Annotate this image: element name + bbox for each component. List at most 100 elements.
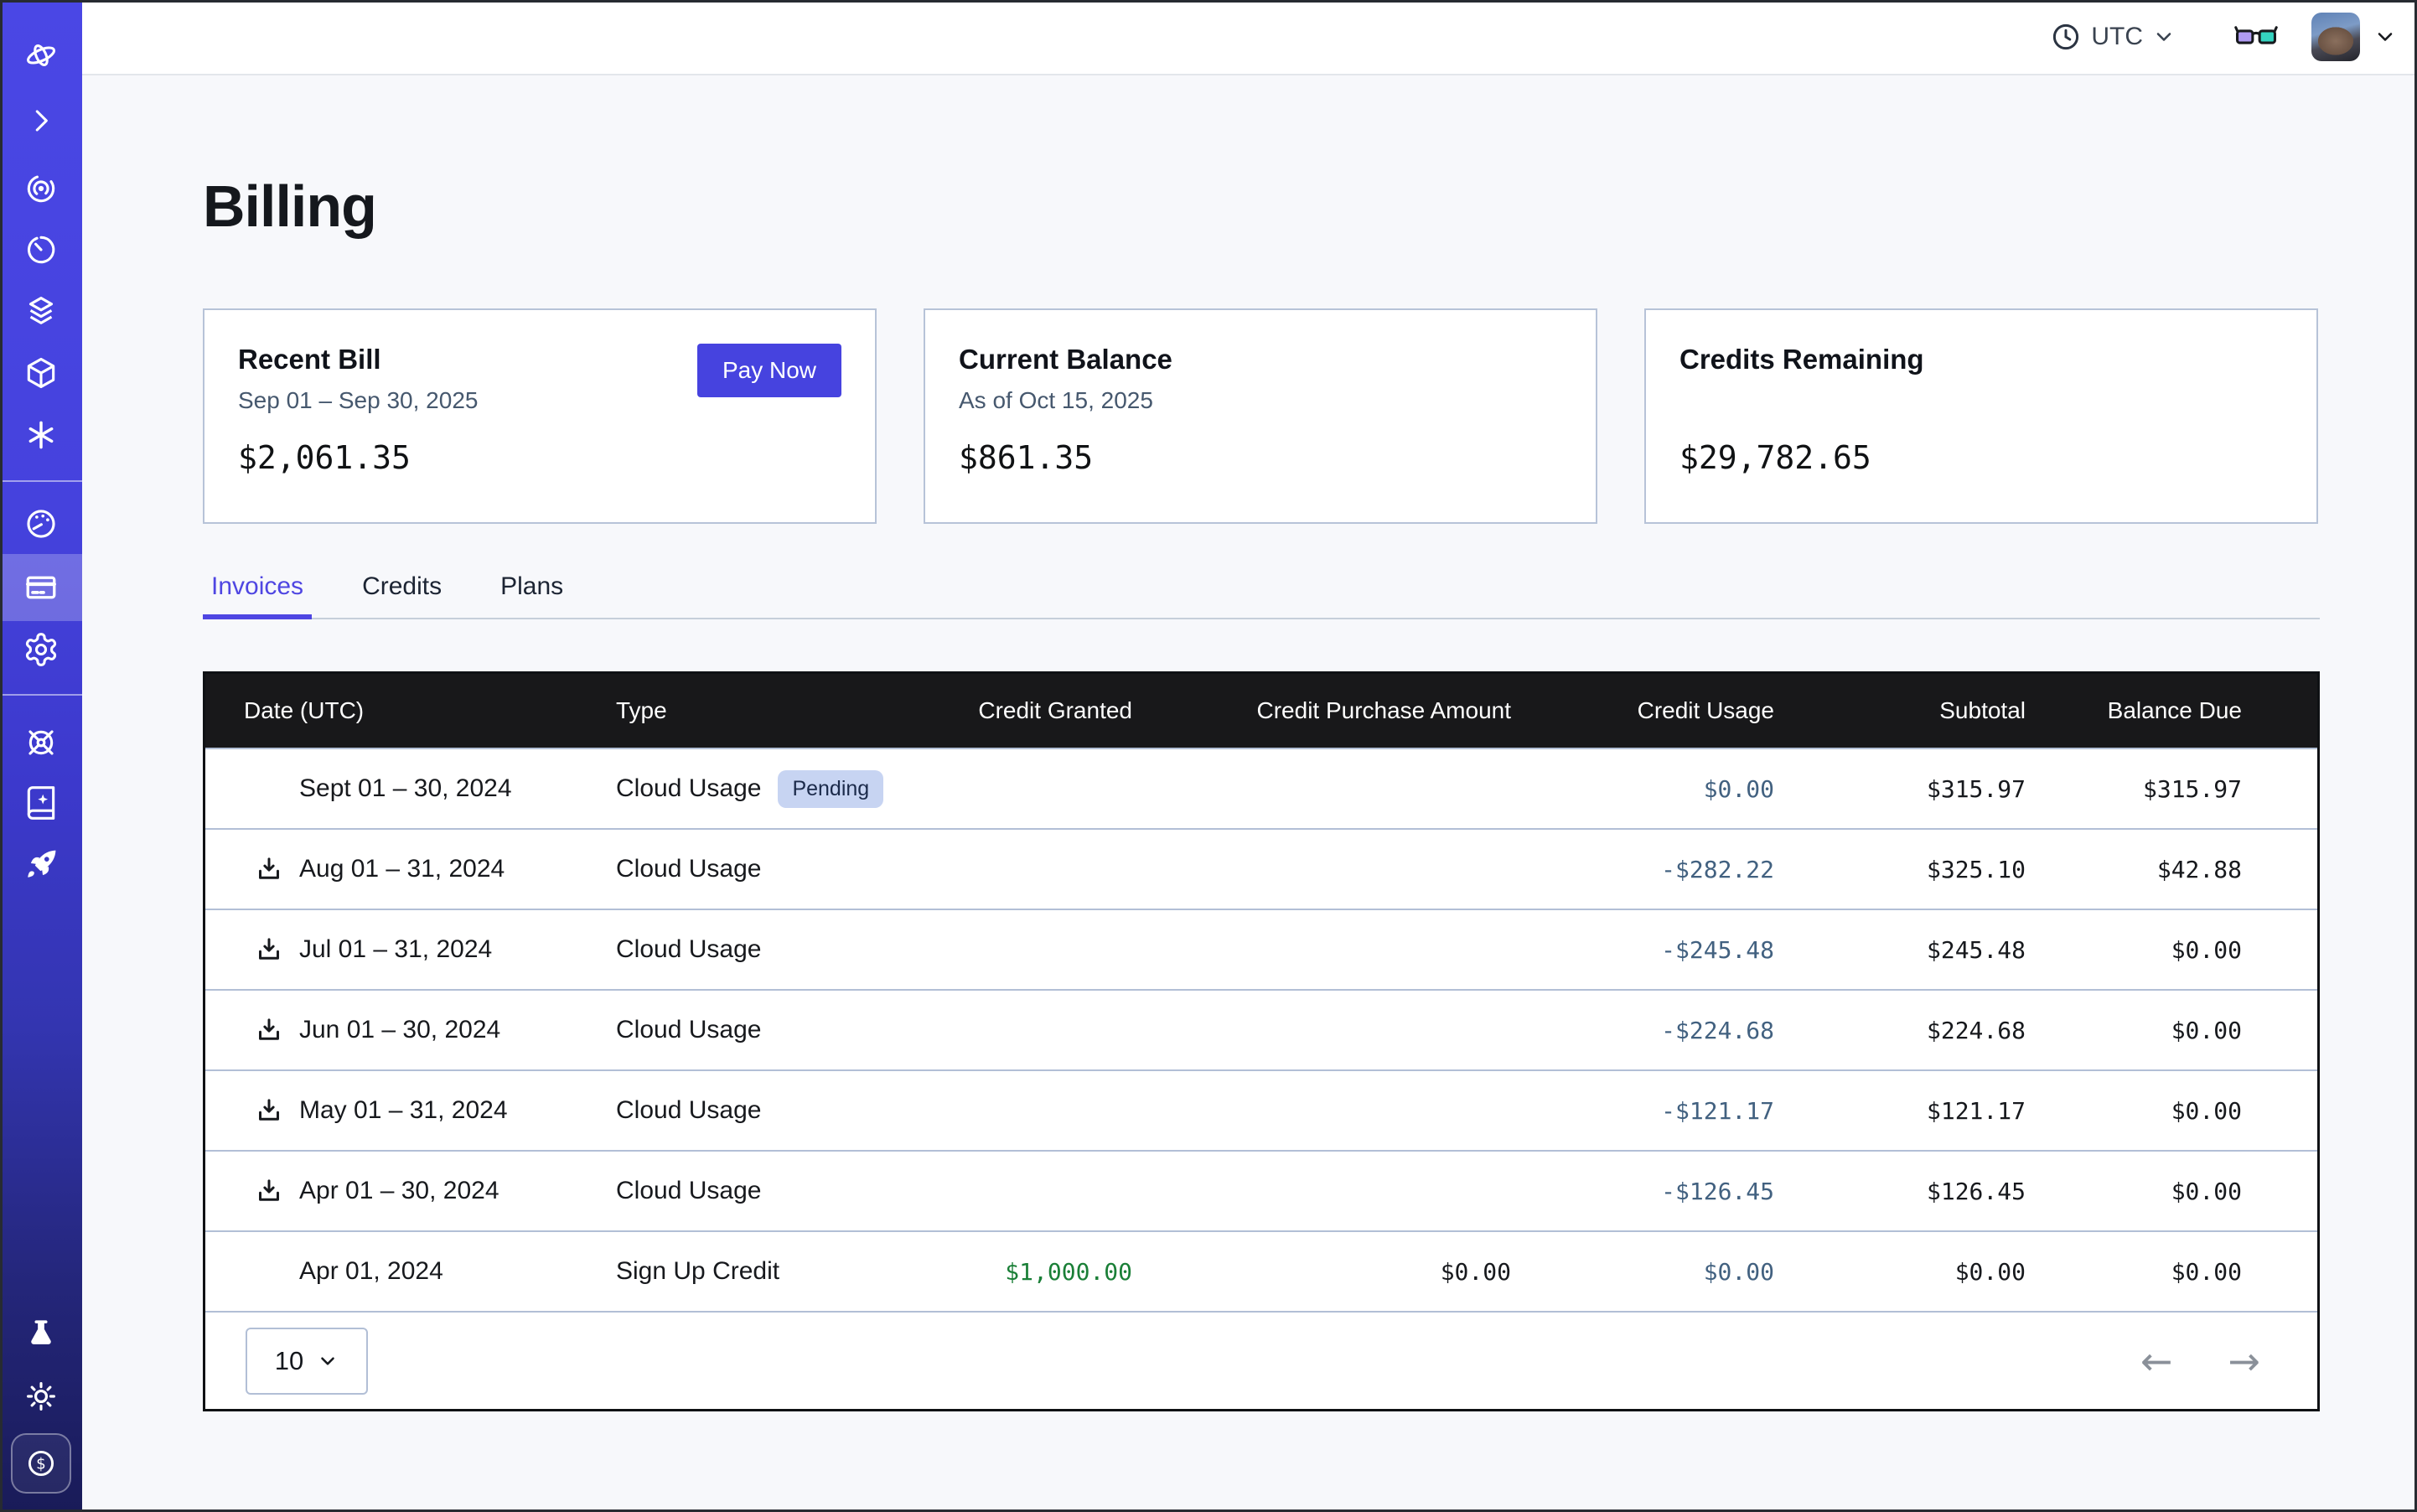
invoice-row: Apr 01, 2024 Sign Up Credit $1,000.00 $0… [205, 1230, 2317, 1311]
invoice-date: Apr 01 – 30, 2024 [299, 1177, 499, 1205]
balance-due-value: $42.88 [2026, 856, 2242, 883]
credit-granted-value: $1,000.00 [901, 1258, 1132, 1286]
invoice-table-header-row: Date (UTC)TypeCredit GrantedCredit Purch… [205, 674, 2317, 748]
subtotal-value: $0.00 [1774, 1258, 2026, 1286]
tab-credits[interactable]: Credits [354, 572, 450, 618]
invoice-type-cell: Cloud Usage [616, 935, 901, 964]
invoice-row: May 01 – 31, 2024 Cloud Usage -$121.17 $… [205, 1069, 2317, 1150]
invoice-type: Cloud Usage [616, 855, 761, 883]
invoice-type: Cloud Usage [616, 1016, 761, 1044]
invoice-type-cell: Cloud Usage [616, 1016, 901, 1044]
invoice-row: Sept 01 – 30, 2024 Cloud Usage Pending $… [205, 748, 2317, 828]
dollar-badge-icon[interactable]: $ [11, 1433, 71, 1494]
balance-due-value: $315.97 [2026, 775, 2242, 803]
balance-due-value: $0.00 [2026, 1258, 2242, 1286]
invoice-type: Cloud Usage [616, 935, 761, 964]
download-invoice-icon[interactable] [255, 1096, 283, 1125]
page-title: Billing [203, 174, 2320, 239]
invoice-date: Jul 01 – 31, 2024 [299, 935, 492, 964]
credit-usage-value: -$126.45 [1511, 1178, 1774, 1205]
credit-usage-value: -$224.68 [1511, 1017, 1774, 1044]
next-page-arrow-icon[interactable]: → [2228, 1342, 2260, 1380]
topbar: UTC [82, 0, 2417, 75]
credits-remaining-amount: $29,782.65 [1679, 439, 2283, 476]
chevron-down-icon [2373, 25, 2397, 49]
sidebar: $ [0, 0, 82, 1512]
rocket-icon[interactable] [0, 831, 82, 898]
invoice-date-cell: May 01 – 31, 2024 [244, 1096, 616, 1125]
radar-icon[interactable] [0, 155, 82, 222]
download-invoice-icon[interactable] [255, 935, 283, 964]
pay-now-button[interactable]: Pay Now [697, 344, 841, 397]
user-avatar [2311, 13, 2360, 61]
ship-helm-icon[interactable] [0, 709, 82, 776]
column-header-subtotal: Subtotal [1774, 697, 2026, 724]
cube-icon[interactable] [0, 339, 82, 406]
invoice-date: Sept 01 – 30, 2024 [299, 774, 512, 803]
sidebar-divider [0, 694, 82, 696]
collapse-chevron-icon[interactable] [0, 87, 82, 154]
invoice-row: Jul 01 – 31, 2024 Cloud Usage -$245.48 $… [205, 909, 2317, 989]
billing-card-icon[interactable] [0, 554, 82, 621]
status-badge: Pending [778, 770, 883, 808]
page-size-select[interactable]: 10 [246, 1328, 368, 1395]
billing-page: Billing Recent Bill Sep 01 – Sep 30, 202… [82, 75, 2417, 1512]
credit-usage-value: -$245.48 [1511, 936, 1774, 964]
subtotal-value: $325.10 [1774, 856, 2026, 883]
invoice-row: Apr 01 – 30, 2024 Cloud Usage -$126.45 $… [205, 1150, 2317, 1230]
subtotal-value: $121.17 [1774, 1097, 2026, 1125]
invoice-date: Apr 01, 2024 [299, 1257, 443, 1286]
column-header-date-utc-: Date (UTC) [244, 697, 616, 724]
balance-due-value: $0.00 [2026, 936, 2242, 964]
invoice-date-cell: Jun 01 – 30, 2024 [244, 1016, 616, 1044]
download-invoice-icon[interactable] [255, 1016, 283, 1044]
recent-bill-card: Recent Bill Sep 01 – Sep 30, 2025 $2,061… [203, 308, 877, 524]
glasses-button[interactable] [2234, 23, 2278, 51]
recent-bill-amount: $2,061.35 [238, 439, 841, 476]
download-invoice-icon[interactable] [255, 855, 283, 883]
settings-gear-icon[interactable] [0, 616, 82, 683]
invoice-row: Jun 01 – 30, 2024 Cloud Usage -$224.68 $… [205, 989, 2317, 1069]
sun-icon[interactable] [0, 1363, 82, 1430]
download-invoice-icon[interactable] [255, 1177, 283, 1205]
credit-purchase-value: $0.00 [1132, 1258, 1511, 1286]
card-title: Current Balance [959, 344, 1562, 375]
summary-cards: Recent Bill Sep 01 – Sep 30, 2025 $2,061… [203, 308, 2320, 524]
gauge-icon[interactable] [0, 490, 82, 557]
invoice-type-cell: Cloud Usage [616, 1177, 901, 1205]
invoice-date-cell: Sept 01 – 30, 2024 [244, 774, 616, 803]
docs-book-icon[interactable] [0, 769, 82, 836]
asterisk-icon[interactable] [0, 401, 82, 469]
balance-due-value: $0.00 [2026, 1017, 2242, 1044]
account-menu[interactable] [2311, 13, 2397, 61]
current-balance-card: Current Balance As of Oct 15, 2025 $861.… [924, 308, 1597, 524]
column-header-credit-purchase-amount: Credit Purchase Amount [1132, 697, 1511, 724]
invoice-date: Aug 01 – 31, 2024 [299, 855, 505, 883]
invoice-type-cell: Sign Up Credit [616, 1257, 901, 1286]
pagination: ← → [2140, 1342, 2260, 1380]
page-size-value: 10 [275, 1346, 303, 1376]
prev-page-arrow-icon[interactable]: ← [2140, 1342, 2173, 1380]
tab-invoices[interactable]: Invoices [203, 572, 312, 618]
invoice-type: Cloud Usage [616, 1177, 761, 1205]
invoice-type: Cloud Usage [616, 1096, 761, 1125]
tab-plans[interactable]: Plans [492, 572, 572, 618]
column-header-type: Type [616, 697, 901, 724]
timezone-selector[interactable]: UTC [2050, 21, 2176, 53]
column-header-credit-granted: Credit Granted [901, 697, 1132, 724]
history-clock-icon[interactable] [0, 216, 82, 283]
invoice-type: Sign Up Credit [616, 1257, 779, 1286]
invoice-type-cell: Cloud Usage Pending [616, 770, 901, 808]
invoice-type-cell: Cloud Usage [616, 855, 901, 883]
invoice-date-cell: Aug 01 – 31, 2024 [244, 855, 616, 883]
flask-icon[interactable] [0, 1301, 82, 1368]
invoice-type-cell: Cloud Usage [616, 1096, 901, 1125]
invoice-date: Jun 01 – 30, 2024 [299, 1016, 500, 1044]
orbit-logo-icon[interactable] [0, 22, 82, 89]
subtotal-value: $224.68 [1774, 1017, 2026, 1044]
sidebar-divider [0, 480, 82, 482]
balance-due-value: $0.00 [2026, 1178, 2242, 1205]
credit-usage-value: -$282.22 [1511, 856, 1774, 883]
layers-icon[interactable] [0, 277, 82, 344]
credit-usage-value: $0.00 [1511, 1258, 1774, 1286]
